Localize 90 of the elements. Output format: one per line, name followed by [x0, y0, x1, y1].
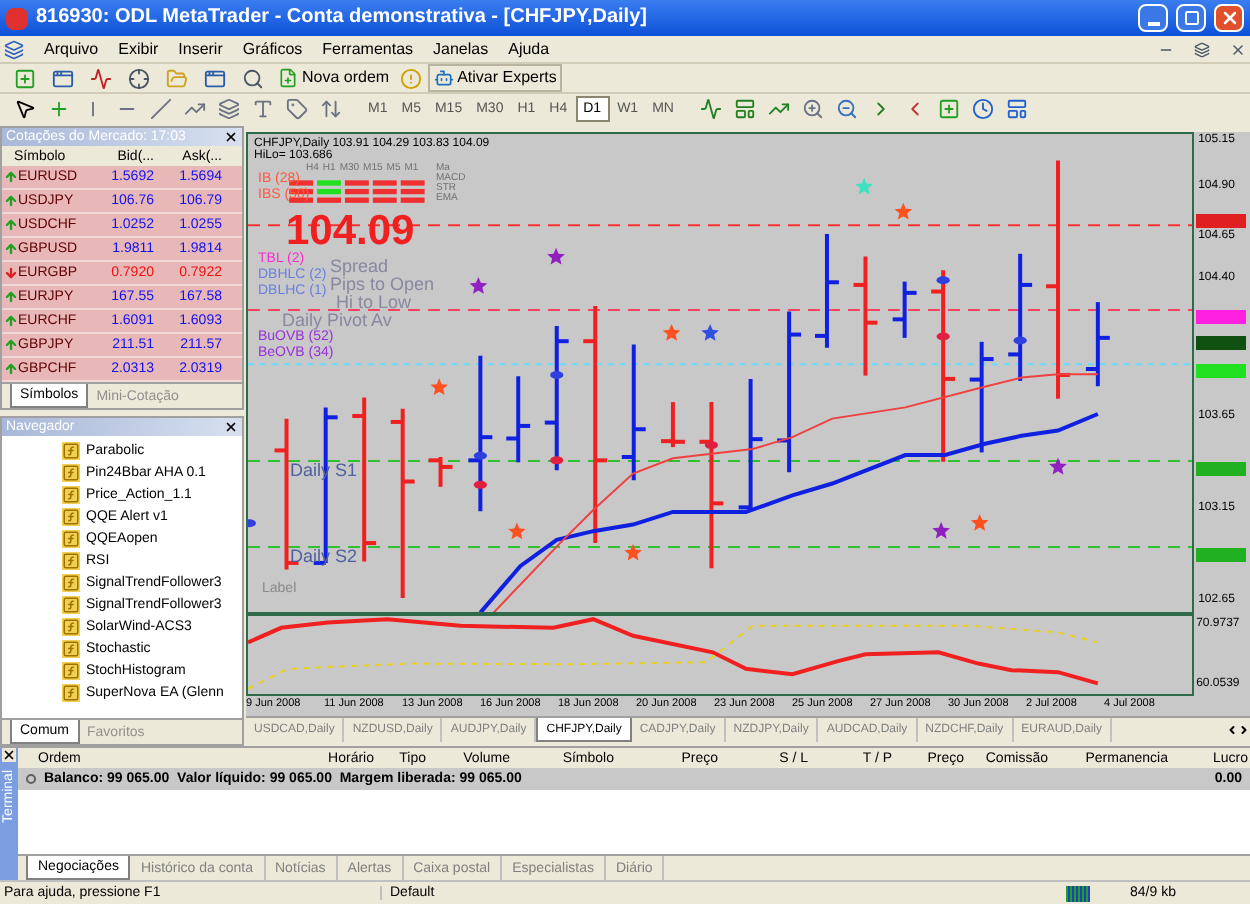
close-icon[interactable] — [1230, 41, 1246, 57]
dot-marker — [936, 332, 950, 341]
price-tag — [1196, 364, 1247, 378]
slash-icon[interactable] — [149, 98, 171, 120]
magnifier-icon[interactable] — [836, 98, 859, 120]
trend-icon[interactable] — [183, 98, 205, 120]
panel-icon[interactable] — [203, 67, 225, 89]
price-tag — [1196, 214, 1247, 228]
menu-item[interactable]: Gráficos — [242, 41, 303, 57]
indicator-icon — [62, 595, 80, 613]
star-marker — [430, 378, 449, 395]
maximize-button[interactable] — [1176, 4, 1206, 32]
indicator-icon — [62, 573, 80, 591]
maximize-icon — [1183, 10, 1199, 26]
close-icon[interactable] — [2, 748, 16, 762]
magnifier-icon[interactable] — [802, 98, 825, 120]
clock-face-icon[interactable] — [972, 98, 995, 120]
close-icon[interactable] — [224, 420, 238, 434]
connection-icon — [1066, 885, 1090, 901]
indicator-icon — [62, 529, 80, 547]
price-tag — [1196, 548, 1247, 562]
bars-icon[interactable] — [700, 98, 723, 120]
star-marker — [508, 522, 526, 540]
indicator-icon — [62, 463, 80, 481]
chart-icon[interactable] — [89, 67, 111, 89]
indicator-icon — [62, 639, 80, 657]
star-marker — [932, 521, 950, 539]
dot-marker — [473, 451, 487, 460]
indicator-icon — [62, 507, 80, 525]
info-label: Daily Pivot Av — [282, 312, 392, 330]
close-button[interactable] — [1214, 4, 1244, 32]
info-label: Pips to Open — [330, 276, 435, 294]
scroll-right-icon[interactable] — [1238, 724, 1250, 736]
target-icon[interactable] — [127, 67, 149, 89]
menu-item[interactable]: Ajuda — [508, 41, 550, 57]
menu-item[interactable]: Exibir — [118, 41, 159, 57]
star-marker — [701, 324, 719, 341]
star-marker — [894, 202, 913, 220]
close-icon[interactable] — [224, 130, 238, 144]
star-marker — [970, 513, 989, 531]
info-label: Hi to Low — [336, 294, 412, 312]
star-marker — [662, 324, 681, 341]
close-icon — [1219, 8, 1239, 28]
plus-icon[interactable] — [13, 67, 35, 89]
indicator-icon — [62, 617, 80, 635]
pointer-icon[interactable] — [13, 98, 35, 120]
dot-marker — [550, 456, 564, 465]
new-order-button[interactable]: Nova ordem — [274, 64, 394, 92]
star-marker — [547, 247, 565, 265]
dot-marker — [1013, 336, 1027, 345]
price-tag — [1196, 310, 1247, 324]
new-document-icon — [278, 68, 298, 88]
menu-item[interactable]: Janelas — [433, 41, 489, 57]
candles-icon[interactable] — [734, 98, 757, 120]
app-icon — [6, 7, 28, 29]
menu-item[interactable]: Ferramentas — [322, 41, 414, 57]
indicator-icon — [62, 661, 80, 679]
dot-marker — [473, 480, 487, 489]
info-label: Spread — [330, 258, 389, 276]
experts-button[interactable]: Ativar Experts — [427, 64, 563, 92]
indicator-icon — [62, 485, 80, 503]
star-marker — [624, 543, 642, 561]
dot-marker — [704, 441, 719, 450]
status-icon — [26, 774, 36, 784]
dot-marker — [550, 370, 564, 379]
star-marker — [1049, 457, 1067, 475]
dot-marker — [936, 276, 950, 285]
star-marker — [469, 277, 488, 294]
type-icon[interactable] — [251, 98, 273, 120]
cross-icon[interactable] — [47, 98, 69, 120]
indicator-icon — [62, 551, 80, 569]
scroll-left-icon[interactable] — [1226, 724, 1238, 736]
template-icon[interactable] — [1006, 98, 1029, 120]
menu-item[interactable]: Arquivo — [44, 41, 99, 57]
minimize-button[interactable] — [1138, 4, 1168, 32]
indicator-icon — [62, 441, 80, 459]
document-icon[interactable] — [4, 39, 24, 59]
plus-icon[interactable] — [938, 98, 961, 120]
star-marker — [855, 177, 873, 195]
arrow-icon[interactable] — [319, 98, 341, 120]
menu-item[interactable]: Inserir — [178, 41, 223, 57]
robot-icon — [433, 68, 454, 88]
tag-icon[interactable] — [285, 98, 307, 120]
window-title: 816930: ODL MetaTrader - Conta demonstrativa - [CHFJPY,Daily] — [36, 8, 647, 28]
magnifier-icon[interactable] — [241, 67, 263, 89]
indicator-icon — [62, 683, 80, 701]
line-icon[interactable] — [768, 98, 791, 120]
price-tag — [1196, 462, 1247, 476]
price-tag — [1196, 336, 1247, 350]
layers-icon[interactable] — [217, 98, 239, 120]
